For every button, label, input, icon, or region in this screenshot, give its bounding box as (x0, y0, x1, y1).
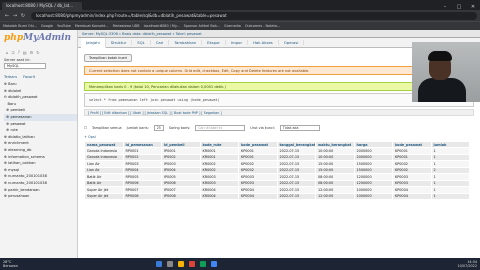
tree-item[interactable]: ⊕ Baru (4, 81, 77, 88)
tree-item[interactable]: ⊕ information_schema (4, 154, 77, 161)
tab-structure[interactable]: Struktur (106, 40, 133, 45)
tree-item[interactable]: ⊕ elearning_db (4, 147, 77, 154)
bookmark-item[interactable]: Makalah Bumi Ohi... (3, 24, 37, 28)
url-input[interactable]: localhost:8080/phpmyadmin/index.php?rout… (31, 11, 477, 20)
recent-favorites: Terbaru Favorit (4, 75, 73, 79)
recent-tab[interactable]: Terbaru (4, 75, 17, 79)
tab-privileges[interactable]: Hak Akses (248, 40, 279, 45)
reload-nav-icon[interactable]: ↻ (36, 50, 39, 55)
reload-icon[interactable]: ↻ (19, 13, 27, 19)
table-cell: KR0004 (199, 192, 239, 200)
tab-import[interactable]: Impor (226, 40, 249, 45)
table-cell: IP0008 (161, 192, 201, 200)
settings-icon[interactable]: ⚙ (30, 50, 34, 55)
sidebar-icons: ⌂ ⎋ ? ▤ ⚙ ↻ (0, 50, 77, 55)
tree-item[interactable]: ⊕ dblatio_latihan (4, 134, 77, 141)
file-explorer-icon[interactable] (178, 261, 184, 267)
tree-item[interactable]: ⊕ mysql (4, 167, 77, 174)
tab-operations[interactable]: Operasi (279, 40, 305, 45)
filter-input[interactable]: Cari di tabel ini (195, 124, 246, 131)
app-icon[interactable] (200, 261, 206, 267)
taskbar: 28°C Berawan 14:34 10/07/2022 (0, 258, 480, 270)
table-row: Super Air Jet RP0008 IP0008 KR0004 KP0004 202… (84, 192, 470, 200)
favorites-tab[interactable]: Favorit (23, 75, 35, 79)
bookmark-item[interactable]: Gramedia (224, 24, 241, 28)
tree-item[interactable]: ⊕ pemesanan (4, 113, 77, 121)
table-cell: KP0004 (392, 192, 432, 200)
table-cell: Super Air Jet (84, 192, 124, 200)
tree-item[interactable]: ⊕ pesawat (4, 121, 77, 128)
logout-icon[interactable]: ⎋ (12, 50, 15, 55)
server-select[interactable]: MySQL (4, 63, 46, 69)
chrome-icon[interactable] (189, 261, 195, 267)
server-label: Server saat ini: (4, 58, 31, 62)
table-cell: 1000000 (353, 192, 393, 200)
sort-select[interactable]: Tidak ada (279, 124, 320, 131)
tree-item[interactable]: Baru (4, 101, 77, 108)
weather-widget[interactable]: 28°C Berawan (3, 260, 31, 268)
navigation-sidebar: phpMyAdmin ⌂ ⎋ ? ▤ ⚙ ↻ Server saat ini: … (0, 30, 78, 258)
help-icon[interactable]: ? (18, 50, 20, 55)
show-all-label: Tampilkan semua (92, 125, 122, 130)
show-all-checkbox[interactable]: ☐ (84, 126, 87, 130)
sort-label: Urut via kunci: (250, 125, 275, 130)
rows-select[interactable]: 25 (153, 124, 164, 131)
show-query-box-button[interactable]: Tampilkan kotak kueri (84, 54, 133, 62)
tree-item[interactable]: ⊕ parkir_kendaraan (4, 187, 77, 194)
bookmarks-bar: Makalah Bumi Ohi... Google YouTube Membu… (0, 21, 480, 30)
tree-item[interactable]: ⊕ db/akel (4, 88, 77, 95)
app-icon[interactable] (211, 261, 217, 267)
address-bar: ← → ↻ localhost:8080/phpmyadmin/index.ph… (0, 10, 480, 21)
bookmark-item[interactable]: Google (41, 24, 53, 28)
database-tree: ⊕ Baru ⊕ db/akel ⊖ dblatih_pesawat Baru … (0, 81, 77, 200)
forward-icon[interactable]: → (11, 13, 19, 19)
filter-label: Saring baris: (168, 125, 191, 130)
tree-item[interactable]: ⊕ perusahaan (4, 193, 77, 200)
table-cell: 2022-07-15 (276, 192, 316, 200)
bookmark-item[interactable]: Membuat Konsekt... (75, 24, 109, 28)
bookmark-item[interactable]: localhost:8080 / My... (144, 24, 180, 28)
tab-browse[interactable]: Jelajahi (81, 37, 106, 48)
tree-item[interactable]: ⊕ pembeli (4, 107, 77, 114)
tab-sql[interactable]: SQL (132, 40, 151, 45)
table-cell: KP0004 (238, 192, 278, 200)
home-icon[interactable]: ⌂ (6, 50, 9, 55)
tree-item[interactable]: ⊖ dblatih_pesawat (4, 94, 77, 101)
tab-insert[interactable]: Tambahkan (169, 40, 203, 45)
tree-item[interactable]: ⊕ nurnanto_200101038 (4, 173, 77, 180)
bookmark-item[interactable]: Mahasiswa UDB (113, 24, 140, 28)
search-icon[interactable] (167, 261, 173, 267)
sql-action-links[interactable]: [ Profil ] [ Edit dibarisan ] [ Ubah ] [… (84, 109, 474, 116)
options-link[interactable]: + Opsi (84, 135, 474, 139)
breadcrumb[interactable]: Server: MySQL:3306 » Basis data: dblatih… (78, 30, 480, 38)
table-cell: RP0008 (122, 192, 162, 200)
phpmyadmin-logo[interactable]: phpMyAdmin (0, 30, 77, 50)
tab-search[interactable]: Cari (151, 40, 170, 45)
tree-item[interactable]: ⊕ nurnanto_200101038 (4, 180, 77, 187)
filter-bar: ☐ Tampilkan semua Jumlah baris: 25 Sarin… (84, 123, 474, 132)
table-cell: 12:00:00 (315, 192, 355, 200)
results-table: nama_pesawat id_pemesanan id_pembeli kode_r… (84, 141, 470, 200)
docs-icon[interactable]: ▤ (23, 50, 27, 55)
bookmark-item[interactable]: Outcomes - Noteta... (245, 24, 280, 28)
rows-label: Jumlah baris: (126, 125, 149, 130)
webcam-overlay (412, 42, 480, 102)
tree-item[interactable]: ⊕ rute (4, 127, 77, 134)
clock[interactable]: 14:34 10/07/2022 (457, 260, 477, 268)
bookmark-item[interactable]: YouTube (57, 24, 71, 28)
tree-item[interactable]: ⊕ enrichment (4, 140, 77, 147)
bookmark-item[interactable]: Sponsor Artikel Bah... (184, 24, 221, 28)
tab-export[interactable]: Ekspor (202, 40, 226, 45)
table-cell: 1 (430, 192, 470, 200)
back-icon[interactable]: ← (3, 13, 11, 19)
browser-tab[interactable]: localhost:8080 / MySQL / db_lat... (2, 2, 82, 10)
start-icon[interactable] (156, 261, 162, 267)
browser-tab-strip: localhost:8080 / MySQL / db_lat... – □ ✕ (0, 0, 480, 10)
tree-item[interactable]: ⊕ latihan_cobhan (4, 160, 77, 167)
